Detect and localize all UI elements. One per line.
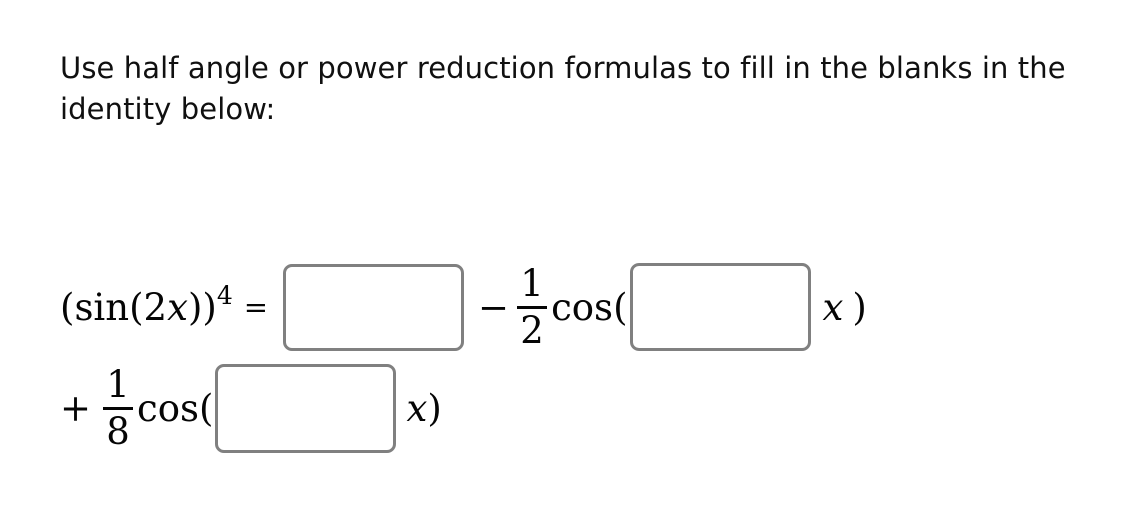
cos-argument-variable-line-1: x xyxy=(822,285,844,329)
lhs-open-paren: ( xyxy=(60,285,75,329)
lhs-sin-label: sin xyxy=(74,285,130,329)
cos-label-line-2: cos xyxy=(137,386,200,430)
cos-open-paren-line-2: ( xyxy=(199,386,214,430)
cos-open-paren-line-1: ( xyxy=(613,285,628,329)
fraction-one-eighth: 1 8 xyxy=(103,362,134,453)
lhs-variable: x xyxy=(167,285,188,329)
fraction-denominator: 8 xyxy=(106,409,130,453)
answer-blank-3[interactable] xyxy=(215,363,397,453)
fraction-denominator: 2 xyxy=(520,308,544,352)
lhs-coefficient: 2 xyxy=(143,285,168,329)
lhs-exponent: 4 xyxy=(216,280,233,310)
answer-blank-2[interactable] xyxy=(629,263,811,351)
answer-blank-1[interactable] xyxy=(283,263,465,351)
equals-sign: = xyxy=(243,289,269,324)
fraction-one-half: 1 2 xyxy=(517,261,548,352)
cos-label-line-1: cos xyxy=(551,285,614,329)
equation-line-2: + 1 8 cos( x) xyxy=(60,358,1070,458)
fraction-numerator: 1 xyxy=(520,261,544,305)
cos-close-paren-line-1: ) xyxy=(852,285,867,329)
fraction-numerator: 1 xyxy=(106,362,130,406)
lhs-inner-open-paren: ( xyxy=(129,285,144,329)
lhs-inner-close-paren: ) xyxy=(187,285,203,329)
identity-equation: (sin(2 x)) 4 = − 1 2 cos( x ) + 1 8 cos( x… xyxy=(60,252,1070,458)
minus-sign: − xyxy=(478,285,510,329)
question-prompt: Use half angle or power reduction formul… xyxy=(60,51,1066,127)
plus-sign: + xyxy=(60,386,92,430)
equation-line-1: (sin(2 x)) 4 = − 1 2 cos( x ) xyxy=(60,252,1070,362)
lhs-close-paren: ) xyxy=(202,285,217,329)
cos-close-paren-line-2: ) xyxy=(427,386,442,430)
cos-argument-variable-line-2: x xyxy=(406,386,428,430)
